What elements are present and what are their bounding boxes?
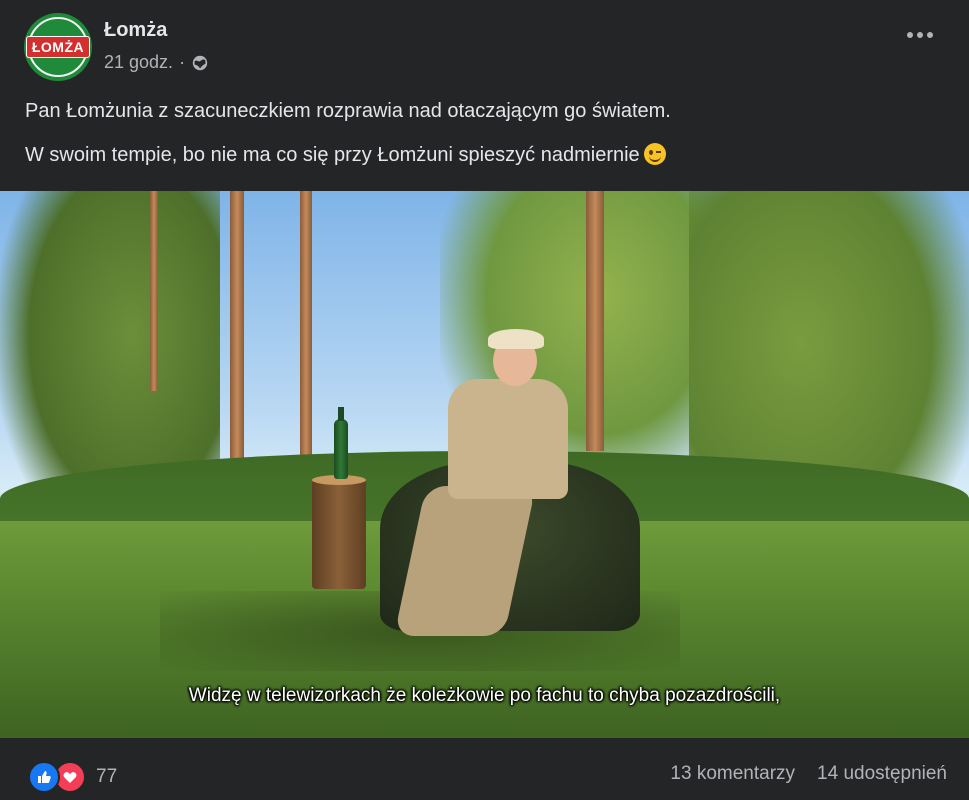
globe-icon[interactable] xyxy=(191,54,209,72)
reactions-summary[interactable]: 77 xyxy=(28,761,117,793)
like-icon xyxy=(28,761,60,793)
post-text: Pan Łomżunia z szacuneczkiem rozprawia n… xyxy=(25,97,671,185)
post-time[interactable]: 21 godz. xyxy=(104,52,173,73)
logo-text: ŁOMŻA xyxy=(25,36,91,58)
video-subtitle: Widzę w telewizorkach że koleżkowie po f… xyxy=(188,685,781,706)
more-options-icon[interactable] xyxy=(907,32,933,38)
post-header: ŁOMŻA Łomża 21 godz. · xyxy=(0,0,969,88)
winking-face-icon xyxy=(643,143,666,165)
page-name[interactable]: Łomża xyxy=(104,19,167,42)
person-hat xyxy=(488,329,544,349)
text-line: Pan Łomżunia z szacuneczkiem rozprawia n… xyxy=(25,100,671,122)
post-text-line-1: Pan Łomżunia z szacuneczkiem rozprawia n… xyxy=(25,97,671,125)
post-footer: 77 13 komentarzy 14 udostępnień xyxy=(0,738,969,800)
text-line: W swoim tempie, bo nie ma co się przy Ło… xyxy=(25,144,640,166)
beer-bottle xyxy=(334,407,348,479)
post-stats: 13 komentarzy 14 udostępnień xyxy=(670,763,947,785)
meta-separator: · xyxy=(179,52,186,72)
person-body xyxy=(448,379,568,499)
dot xyxy=(927,32,933,38)
post-meta: 21 godz. · xyxy=(104,52,209,73)
page-avatar[interactable]: ŁOMŻA xyxy=(24,13,92,81)
side-stump xyxy=(312,479,366,589)
comments-count[interactable]: 13 komentarzy xyxy=(670,763,795,785)
dot xyxy=(917,32,923,38)
tree-trunk xyxy=(586,191,604,451)
dot xyxy=(907,32,913,38)
tree-trunk xyxy=(150,191,158,391)
post-text-line-2: W swoim tempie, bo nie ma co się przy Ło… xyxy=(25,141,671,169)
tree-trunk xyxy=(230,191,244,501)
shares-count[interactable]: 14 udostępnień xyxy=(817,763,947,785)
reaction-count[interactable]: 77 xyxy=(96,766,117,788)
video-player[interactable]: Widzę w telewizorkach że koleżkowie po f… xyxy=(0,191,969,738)
tree-trunk xyxy=(300,191,312,481)
